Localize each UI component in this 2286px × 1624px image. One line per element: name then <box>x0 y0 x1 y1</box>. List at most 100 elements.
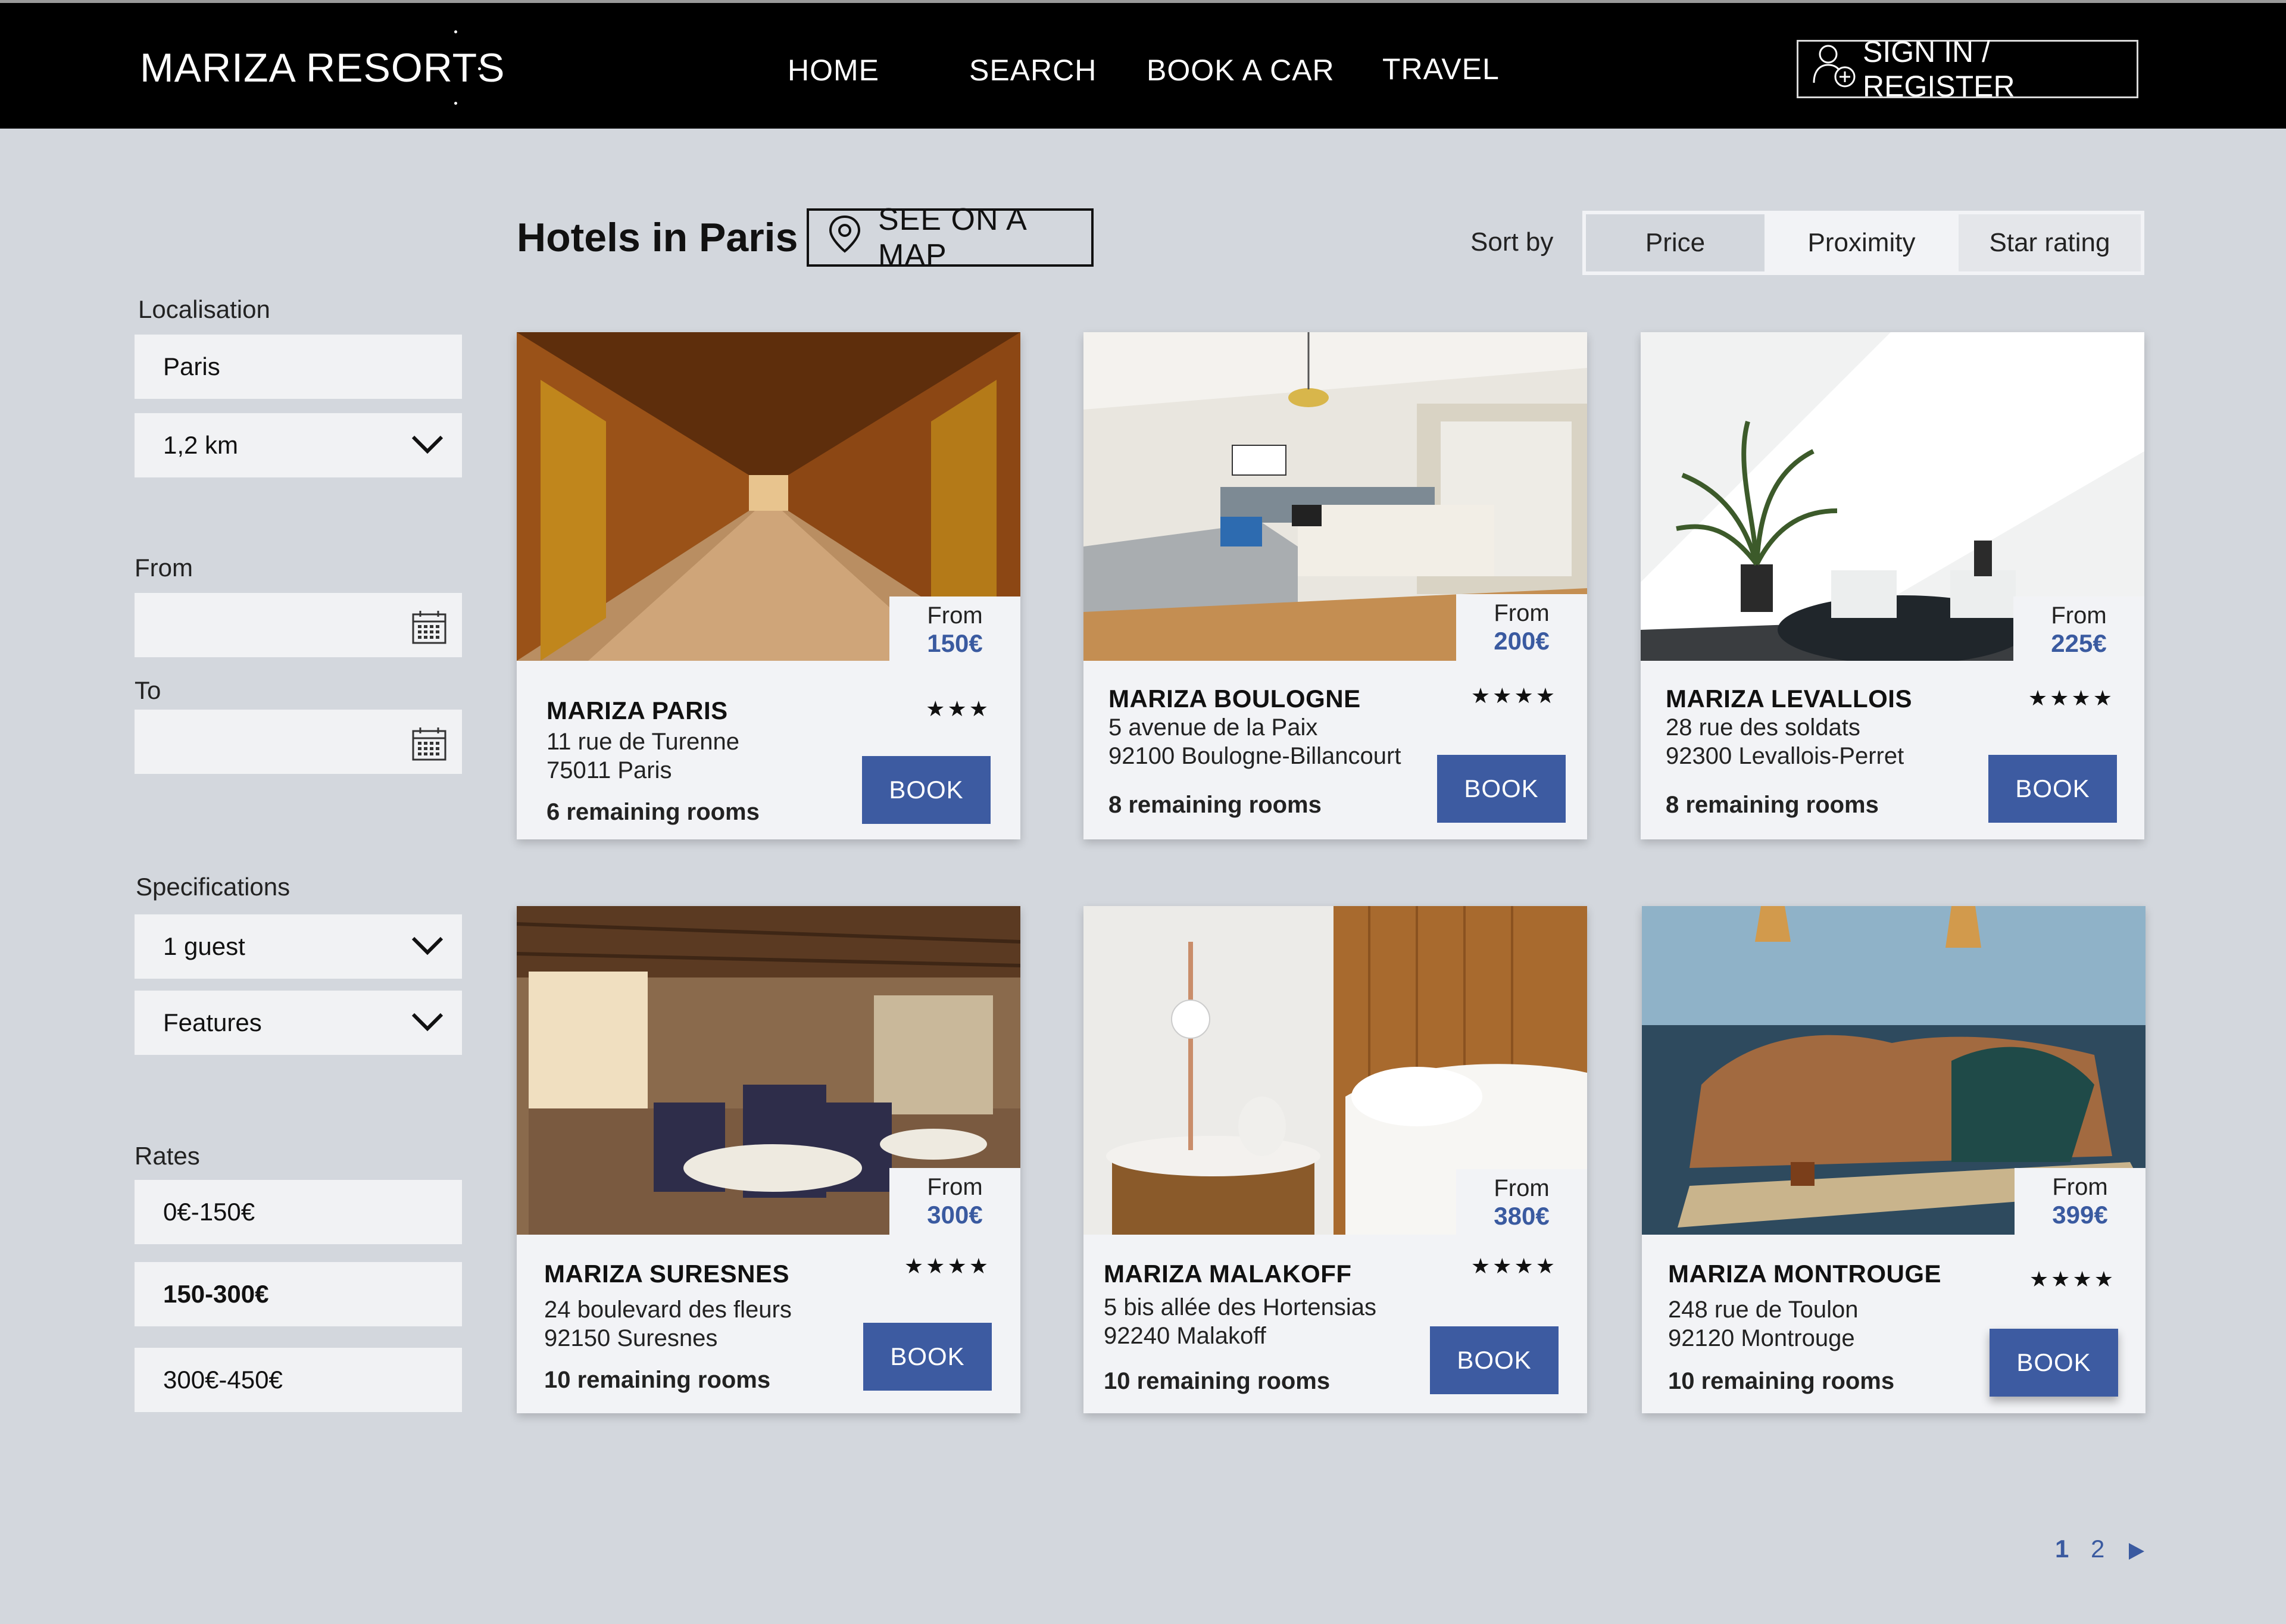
hotel-name: MARIZA BOULOGNE <box>1108 685 1361 713</box>
distance-select[interactable]: 1,2 km <box>135 413 462 477</box>
star-rating: ★★★★ <box>2029 1267 2116 1291</box>
localisation-label: Localisation <box>138 295 270 323</box>
price-tag: From 150€ <box>889 596 1020 663</box>
features-value: Features <box>163 1008 262 1036</box>
hotel-street: 24 boulevard des fleurs <box>544 1297 792 1323</box>
from-label: From <box>927 602 983 629</box>
calendar-icon[interactable] <box>411 725 448 768</box>
nav-home[interactable]: HOME <box>788 53 879 88</box>
chevron-down-icon <box>410 1008 445 1041</box>
remaining-rooms: 6 remaining rooms <box>546 799 760 825</box>
star-rating: ★★★★ <box>904 1254 991 1278</box>
sign-in-register-button[interactable]: SIGN IN / REGISTER <box>1797 35 2138 103</box>
remaining-rooms: 8 remaining rooms <box>1666 792 1879 818</box>
from-label: From <box>1494 600 1550 626</box>
nav-search[interactable]: SEARCH <box>969 53 1097 88</box>
from-date-label: From <box>135 554 193 582</box>
hotel-street: 5 bis allée des Hortensias <box>1104 1294 1377 1320</box>
calendar-icon[interactable] <box>411 608 448 651</box>
top-navigation-bar: MARIZA RESORTS HOME SEARCH BOOK A CAR TR… <box>0 0 2286 129</box>
to-date-label: To <box>135 676 161 704</box>
price-value: 150€ <box>927 629 983 657</box>
book-button[interactable]: BOOK <box>1988 755 2117 823</box>
hotel-card-montrouge[interactable]: From 399€ MARIZA MONTROUGE ★★★★ 248 rue … <box>1642 906 2146 1413</box>
hotel-name: MARIZA SURESNES <box>544 1260 789 1288</box>
next-page-arrow-icon[interactable] <box>2128 1538 2146 1567</box>
price-value: 380€ <box>1494 1202 1550 1230</box>
hotel-name: MARIZA PARIS <box>546 697 728 724</box>
see-on-map-button[interactable]: SEE ON A MAP <box>807 202 1094 273</box>
hotel-card-boulogne[interactable]: From 200€ MARIZA BOULOGNE ★★★★ 5 avenue … <box>1083 332 1587 839</box>
star-rating: ★★★★ <box>1470 1254 1557 1278</box>
from-label: From <box>2051 602 2107 629</box>
chevron-down-icon <box>410 431 445 463</box>
page-title: Hotels in Paris <box>517 215 798 260</box>
nav-travel[interactable]: TRAVEL <box>1382 52 1500 86</box>
hotel-city: 92100 Boulogne-Billancourt <box>1108 743 1401 769</box>
page-1-link[interactable]: 1 <box>2055 1535 2069 1563</box>
hotel-card-suresnes[interactable]: From 300€ MARIZA SURESNES ★★★★ 24 boulev… <box>517 906 1020 1413</box>
hotel-city: 75011 Paris <box>546 757 672 783</box>
city-input[interactable]: Paris <box>135 335 462 399</box>
book-button[interactable]: BOOK <box>863 1323 992 1391</box>
book-button[interactable]: BOOK <box>1990 1329 2118 1397</box>
star-rating: ★★★★ <box>2028 686 2115 710</box>
from-label: From <box>2052 1174 2108 1200</box>
to-date-input[interactable] <box>135 710 462 774</box>
price-tag: From 200€ <box>1456 594 1587 661</box>
price-value: 300€ <box>927 1201 983 1229</box>
hotel-name: MARIZA MALAKOFF <box>1104 1260 1352 1288</box>
hotel-card-levallois[interactable]: From 225€ MARIZA LEVALLOIS ★★★★ 28 rue d… <box>1641 332 2144 839</box>
hotel-name: MARIZA LEVALLOIS <box>1666 685 1912 713</box>
hotel-city: 92240 Malakoff <box>1104 1323 1266 1349</box>
rate-option-300-450[interactable]: 300€-450€ <box>135 1348 462 1412</box>
distance-value: 1,2 km <box>163 431 239 459</box>
rates-label: Rates <box>135 1142 200 1170</box>
hotel-street: 5 avenue de la Paix <box>1108 714 1318 741</box>
price-tag: From 225€ <box>2013 596 2144 663</box>
price-tag: From 380€ <box>1456 1169 1587 1236</box>
hotel-card-paris[interactable]: From 150€ MARIZA PARIS ★★★ 11 rue de Tur… <box>517 332 1020 839</box>
add-user-icon <box>1810 41 1859 97</box>
guests-select[interactable]: 1 guest <box>135 914 462 979</box>
hotel-card-malakoff[interactable]: From 380€ MARIZA MALAKOFF ★★★★ 5 bis all… <box>1083 906 1587 1413</box>
hotel-name: MARIZA MONTROUGE <box>1668 1260 1942 1288</box>
hotel-street: 11 rue de Turenne <box>546 729 739 755</box>
rate-option-0-150[interactable]: 0€-150€ <box>135 1180 462 1244</box>
guests-value: 1 guest <box>163 932 245 960</box>
sort-options: Price Proximity Star rating <box>1582 211 2144 275</box>
nav-book-a-car[interactable]: BOOK A CAR <box>1147 53 1335 88</box>
star-rating: ★★★ <box>926 697 991 721</box>
features-select[interactable]: Features <box>135 991 462 1055</box>
remaining-rooms: 10 remaining rooms <box>1668 1368 1895 1394</box>
price-value: 225€ <box>2051 629 2107 657</box>
remaining-rooms: 10 remaining rooms <box>544 1367 771 1393</box>
remaining-rooms: 8 remaining rooms <box>1108 792 1322 818</box>
sort-star-rating[interactable]: Star rating <box>1959 214 2141 271</box>
book-button[interactable]: BOOK <box>1430 1326 1559 1394</box>
page-2-link[interactable]: 2 <box>2091 1535 2104 1563</box>
specifications-label: Specifications <box>136 873 291 901</box>
book-button[interactable]: BOOK <box>862 756 991 824</box>
book-button[interactable]: BOOK <box>1437 755 1566 823</box>
see-on-map-label: SEE ON A MAP <box>878 202 1026 273</box>
price-value: 399€ <box>2052 1201 2108 1229</box>
hotel-street: 248 rue de Toulon <box>1668 1297 1859 1323</box>
chevron-down-icon <box>410 932 445 964</box>
remaining-rooms: 10 remaining rooms <box>1104 1368 1331 1394</box>
price-tag: From 399€ <box>2015 1168 2146 1235</box>
price-tag: From 300€ <box>889 1168 1020 1235</box>
hotel-city: 92120 Montrouge <box>1668 1325 1855 1351</box>
brand-logo[interactable]: MARIZA RESORTS <box>140 45 505 91</box>
from-label: From <box>927 1174 983 1200</box>
rate-option-150-300[interactable]: 150-300€ <box>135 1262 462 1326</box>
sort-proximity[interactable]: Proximity <box>1765 214 1959 271</box>
from-date-input[interactable] <box>135 593 462 657</box>
star-rating: ★★★★ <box>1470 683 1557 708</box>
sign-in-label: SIGN IN / REGISTER <box>1863 35 2015 103</box>
sort-price[interactable]: Price <box>1586 214 1765 271</box>
map-pin-icon <box>827 214 863 261</box>
hotel-city: 92300 Levallois-Perret <box>1666 743 1904 769</box>
from-label: From <box>1494 1175 1550 1201</box>
hotel-street: 28 rue des soldats <box>1666 714 1860 741</box>
